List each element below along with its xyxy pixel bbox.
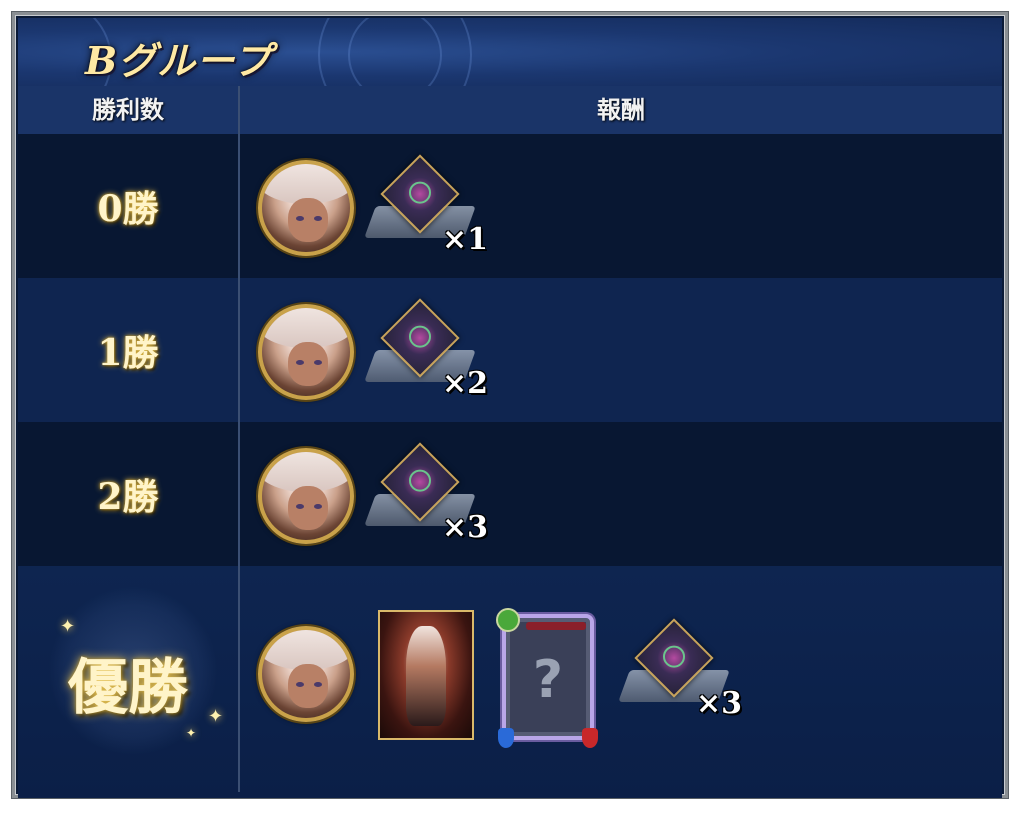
mystery-card-icon[interactable]: ? — [496, 608, 598, 748]
table-row: 1勝 ×2 — [18, 278, 1002, 422]
panel-header: Bグループ — [18, 18, 1002, 86]
table-row: 0勝 ×1 — [18, 134, 1002, 278]
wins-label: 優勝 — [68, 652, 188, 723]
table-row: 2勝 ×3 — [18, 422, 1002, 566]
gem-item-icon[interactable]: ×1 — [364, 154, 488, 260]
red-shield-icon — [582, 728, 598, 748]
wins-label: 0勝 — [97, 188, 159, 230]
item-quantity: ×2 — [442, 366, 489, 401]
item-quantity: ×3 — [442, 510, 489, 545]
table-row-champion: ✦ ✦ ✦ 優勝 ? ×3 — [18, 566, 1002, 798]
gem-item-icon[interactable]: ×3 — [364, 442, 488, 548]
wins-label: 2勝 — [97, 476, 159, 518]
group-title: Bグループ — [85, 38, 272, 83]
gem-item-icon[interactable]: ×2 — [364, 298, 488, 404]
table-header: 勝利数 報酬 — [18, 86, 1002, 134]
gem-item-icon[interactable]: ×3 — [618, 618, 742, 724]
column-header-wins: 勝利数 — [92, 95, 164, 124]
wins-label: 1勝 — [97, 332, 159, 374]
item-quantity: ×1 — [442, 222, 489, 257]
question-mark-icon: ? — [532, 650, 564, 710]
character-avatar-icon[interactable] — [258, 304, 354, 400]
blue-shield-icon — [498, 728, 514, 748]
reward-panel: Bグループ 勝利数 報酬 0勝 ×1 1勝 ×2 2勝 ×3 ✦ ✦ ✦ 優勝 … — [12, 12, 1008, 798]
item-quantity: ×3 — [696, 686, 743, 721]
character-avatar-icon[interactable] — [258, 448, 354, 544]
character-avatar-icon[interactable] — [258, 626, 354, 722]
column-divider — [238, 86, 240, 792]
character-card-icon[interactable] — [378, 610, 474, 740]
column-header-reward: 報酬 — [597, 95, 645, 124]
character-avatar-icon[interactable] — [258, 160, 354, 256]
green-gem-icon — [496, 608, 520, 632]
reward-table: 勝利数 報酬 0勝 ×1 1勝 ×2 2勝 ×3 ✦ ✦ ✦ 優勝 ? ×3 — [18, 86, 1002, 798]
